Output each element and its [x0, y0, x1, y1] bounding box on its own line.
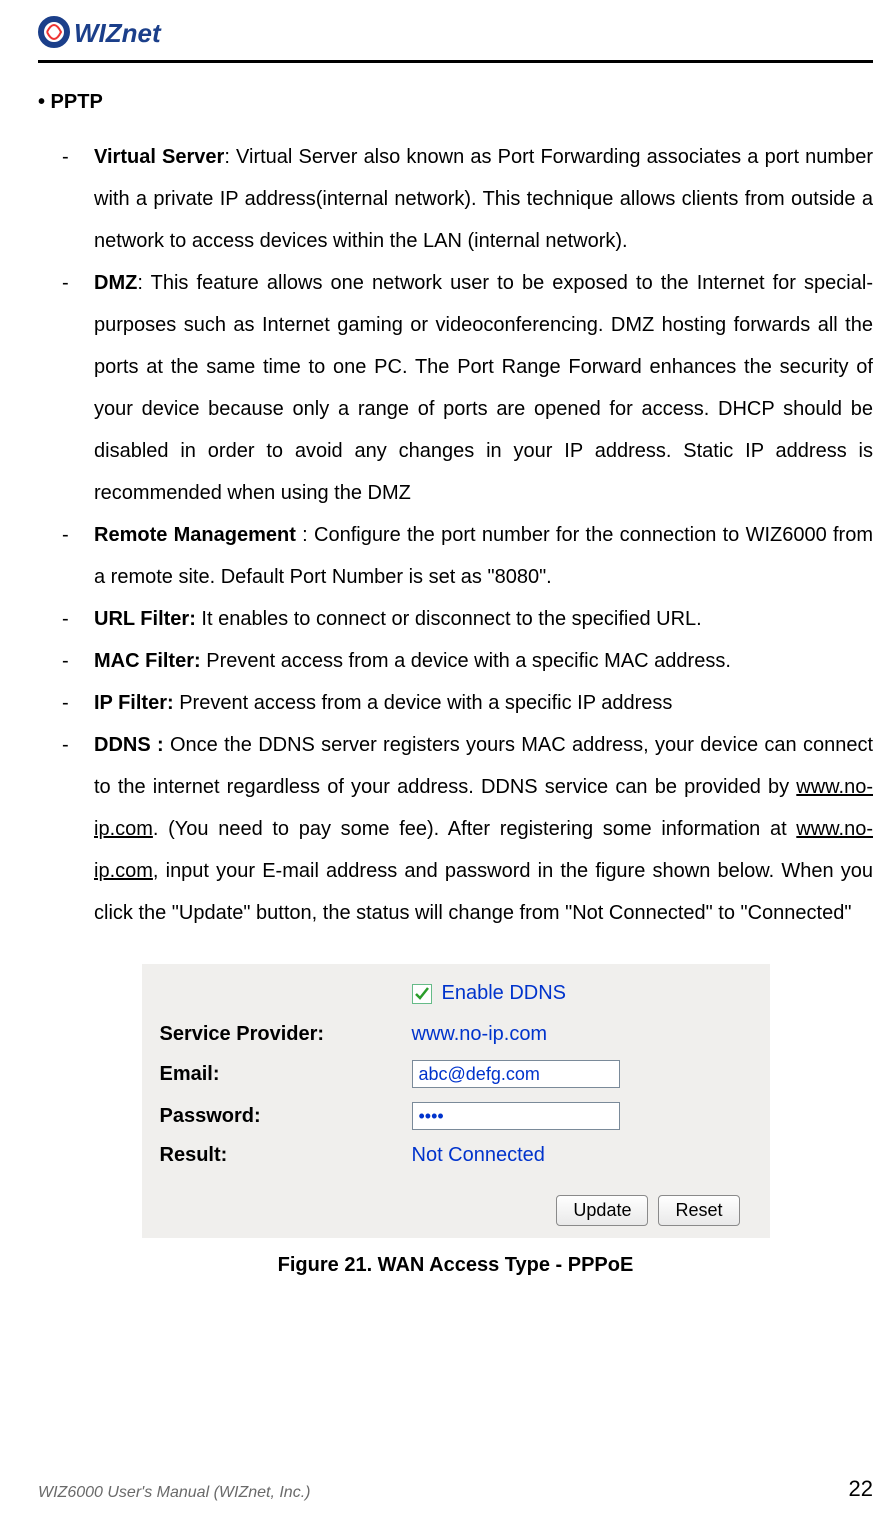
- page-number: 22: [849, 1476, 873, 1502]
- service-provider-label: Service Provider:: [160, 1023, 412, 1046]
- list-item: Virtual Server: Virtual Server also know…: [62, 136, 873, 262]
- email-label: Email:: [160, 1063, 412, 1086]
- update-button[interactable]: Update: [556, 1195, 648, 1226]
- item-title: DMZ: [94, 272, 137, 294]
- item-title: DDNS :: [94, 734, 164, 756]
- item-title: Virtual Server: [94, 146, 224, 168]
- figure-caption: Figure 21. WAN Access Type - PPPoE: [142, 1254, 770, 1277]
- list-item: MAC Filter: Prevent access from a device…: [62, 640, 873, 682]
- logo: WIZnet: [38, 10, 873, 54]
- item-body: Prevent access from a device with a spec…: [206, 650, 731, 672]
- feature-list: Virtual Server: Virtual Server also know…: [38, 136, 873, 934]
- footer-company: (WIZnet, Inc.): [214, 1484, 311, 1501]
- list-item: URL Filter: It enables to connect or dis…: [62, 598, 873, 640]
- result-value: Not Connected: [412, 1144, 545, 1167]
- item-sep: :: [296, 524, 314, 546]
- list-item: IP Filter: Prevent access from a device …: [62, 682, 873, 724]
- ddns-mid1: . (You need to pay some fee). After regi…: [153, 818, 796, 840]
- item-body: This feature allows one network user to …: [94, 272, 873, 504]
- section-title: • PPTP: [38, 91, 873, 114]
- enable-ddns-checkbox[interactable]: [412, 984, 432, 1004]
- ddns-config-panel: Enable DDNS Service Provider: www.no-ip.…: [142, 964, 770, 1238]
- header-rule: [38, 60, 873, 63]
- list-item: DMZ: This feature allows one network use…: [62, 262, 873, 514]
- ddns-pre: Once the DDNS server registers yours MAC…: [94, 734, 873, 798]
- item-sep: :: [137, 272, 150, 294]
- ddns-post: , input your E-mail address and password…: [94, 860, 873, 924]
- footer-title: WIZ6000 User's Manual: [38, 1484, 214, 1501]
- enable-ddns-label: Enable DDNS: [442, 982, 567, 1005]
- item-title: MAC Filter:: [94, 650, 201, 672]
- list-item-ddns: DDNS : Once the DDNS server registers yo…: [62, 724, 873, 934]
- list-item: Remote Management : Configure the port n…: [62, 514, 873, 598]
- item-body: Prevent access from a device with a spec…: [179, 692, 672, 714]
- svg-text:WIZnet: WIZnet: [74, 18, 162, 48]
- result-label: Result:: [160, 1144, 412, 1167]
- item-sep: :: [224, 146, 236, 168]
- service-provider-value: www.no-ip.com: [412, 1023, 548, 1046]
- item-title: Remote Management: [94, 524, 296, 546]
- reset-button[interactable]: Reset: [658, 1195, 739, 1226]
- item-body: It enables to connect or disconnect to t…: [201, 608, 701, 630]
- password-input[interactable]: [412, 1102, 620, 1130]
- item-title: URL Filter:: [94, 608, 196, 630]
- item-title: IP Filter:: [94, 692, 174, 714]
- email-input[interactable]: [412, 1060, 620, 1088]
- password-label: Password:: [160, 1105, 412, 1128]
- page-footer: WIZ6000 User's Manual (WIZnet, Inc.) 22: [38, 1476, 873, 1502]
